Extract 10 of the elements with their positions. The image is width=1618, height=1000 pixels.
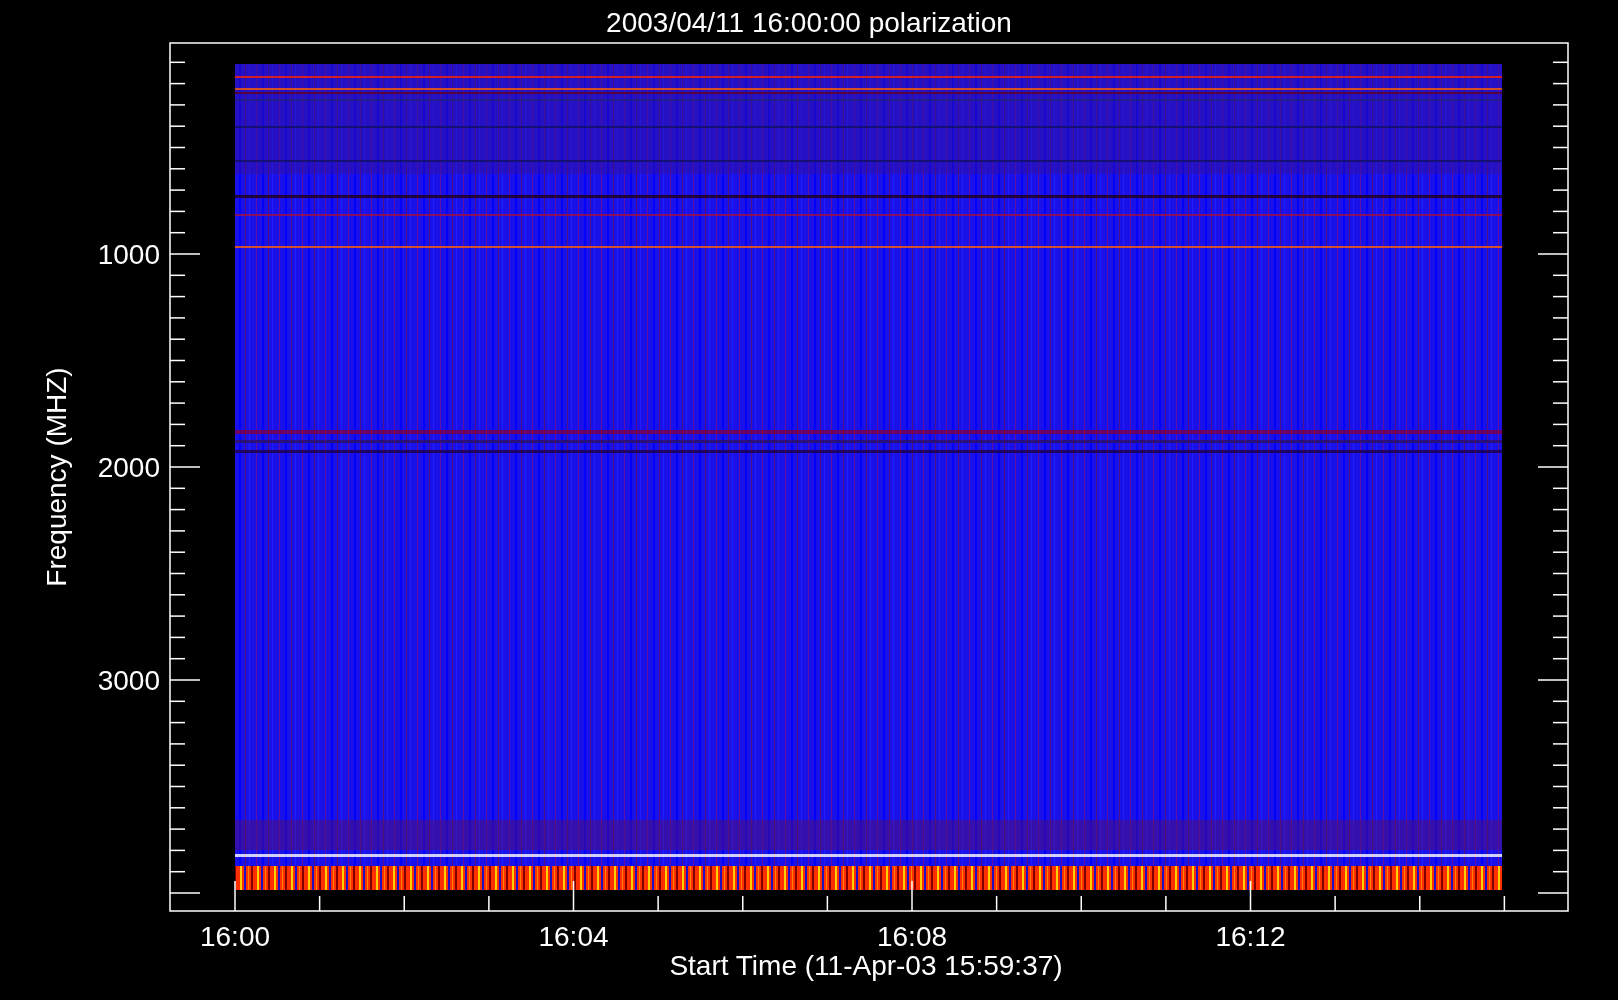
y-tick-label: 1000: [97, 239, 160, 270]
y-tick-label: 2000: [97, 452, 160, 483]
x-tick-label: 16:04: [538, 921, 609, 952]
x-axis-label: Start Time (11-Apr-03 15:59:37): [669, 950, 1063, 981]
plot-title: 2003/04/11 16:00:00 polarization: [606, 7, 1012, 38]
x-tick-label: 16:00: [199, 921, 271, 952]
y-tick-label: 3000: [97, 665, 160, 696]
x-tick-label: 16:12: [1215, 921, 1286, 952]
x-tick-label: 16:08: [876, 921, 948, 952]
y-axis-label: Frequency (MHZ): [41, 367, 72, 587]
